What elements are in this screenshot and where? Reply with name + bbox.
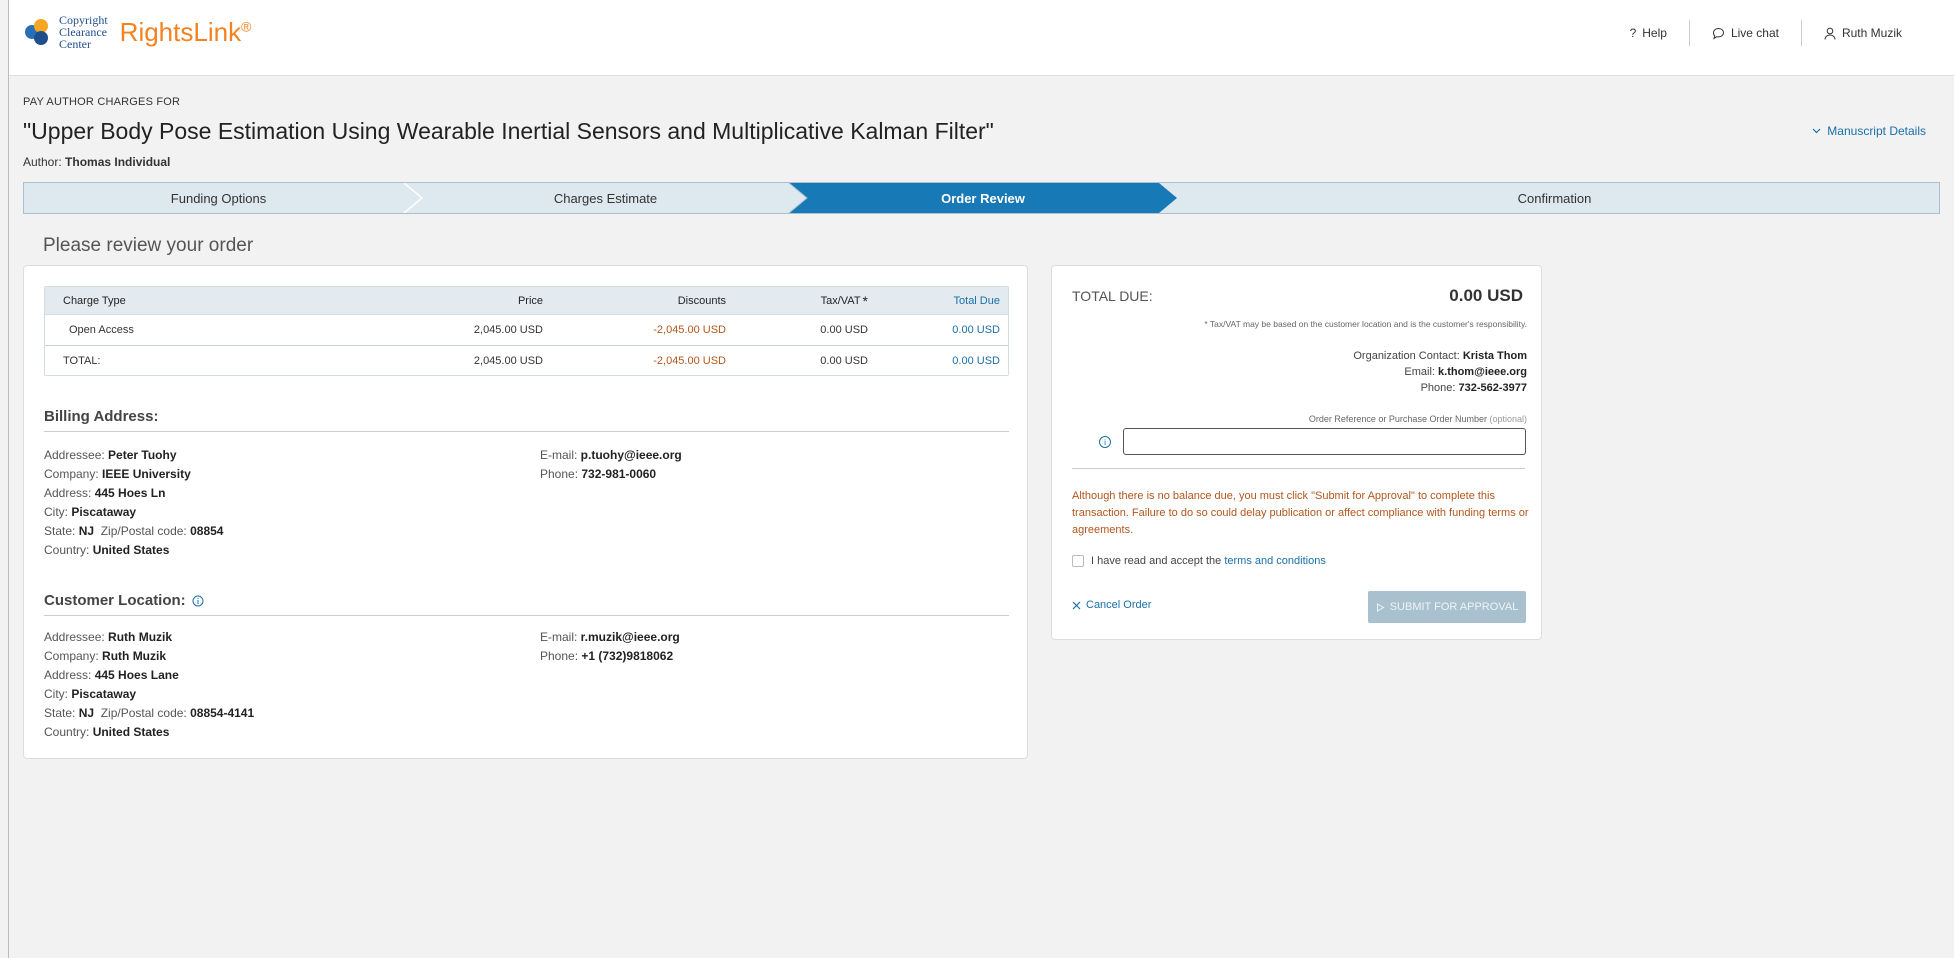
- step-charges-estimate: Charges Estimate: [553, 190, 658, 206]
- pay-author-charges-label: PAY AUTHOR CHARGES FOR: [23, 96, 181, 108]
- terms-link[interactable]: terms and conditions: [1224, 555, 1326, 567]
- customer-location-heading: Customer Location:: [44, 592, 1009, 616]
- ccc-logo-icon: [23, 17, 53, 47]
- billing-contact-block: E-mail: p.tuohy@ieee.org Phone: 732-981-…: [540, 448, 682, 481]
- ccc-logo-text: Copyright Clearance Center: [59, 13, 108, 51]
- author-line: Author: Thomas Individual: [23, 155, 171, 169]
- tax-note: * Tax/VAT may be based on the customer l…: [1204, 319, 1527, 329]
- customer-address-block: Addressee: Ruth Muzik Company: Ruth Muzi…: [44, 630, 255, 739]
- info-icon[interactable]: i: [1099, 436, 1111, 448]
- order-details-card: Charge Type Price Discounts Tax/VAT * Tot…: [23, 265, 1028, 759]
- tax-asterisk: *: [862, 292, 868, 309]
- organization-contact: Organization Contact: Krista Thom Email:…: [1353, 350, 1527, 394]
- billing-address-heading: Billing Address:: [44, 408, 1009, 432]
- customer-contact-block: E-mail: r.muzik@ieee.org Phone: +1 (732)…: [540, 630, 680, 663]
- manuscript-details-toggle[interactable]: Manuscript Details: [1812, 124, 1926, 138]
- top-header: Copyright Clearance Center RightsLink® ?…: [9, 0, 1954, 76]
- order-summary-card: TOTAL DUE: 0.00 USD * Tax/VAT may be bas…: [1051, 265, 1542, 640]
- user-menu[interactable]: Ruth Muzik: [1802, 20, 1924, 46]
- submit-for-approval-button[interactable]: SUBMIT FOR APPROVAL: [1368, 591, 1526, 623]
- brand-name: RightsLink®: [119, 16, 252, 47]
- po-number-input[interactable]: [1123, 428, 1526, 455]
- manuscript-title: "Upper Body Pose Estimation Using Wearab…: [23, 118, 994, 144]
- step-funding-options: Funding Options: [170, 190, 267, 206]
- total-due-value: 0.00 USD: [1449, 286, 1523, 305]
- chat-icon: [1712, 27, 1724, 40]
- help-link[interactable]: ? Help: [1608, 20, 1689, 46]
- po-number-label: Order Reference or Purchase Order Number…: [1308, 414, 1527, 424]
- charges-table-header: Charge Type Price Discounts Tax/VAT * Tot…: [45, 287, 1008, 315]
- progress-steps: Funding Options Charges Estimate Order R…: [23, 182, 1940, 214]
- info-icon[interactable]: [192, 595, 204, 607]
- user-icon: [1824, 27, 1836, 40]
- step-order-review: Order Review: [941, 190, 1025, 206]
- submit-warning: Although there is no balance due, you mu…: [1072, 490, 1529, 536]
- table-row: Open Access 2,045.00 USD -2,045.00 USD 0…: [45, 315, 1008, 346]
- cancel-order-button[interactable]: Cancel Order: [1072, 599, 1151, 611]
- chevron-down-icon: [1812, 128, 1821, 134]
- review-heading: Please review your order: [43, 235, 254, 256]
- total-due-label: TOTAL DUE:: [1072, 288, 1153, 304]
- help-icon: ?: [1629, 26, 1637, 40]
- live-chat-link[interactable]: Live chat: [1690, 20, 1801, 46]
- step-confirmation: Confirmation: [1517, 190, 1592, 206]
- table-total-row: TOTAL: 2,045.00 USD -2,045.00 USD 0.00 U…: [63, 354, 1000, 367]
- billing-address-block: Addressee: Peter Tuohy Company: IEEE Uni…: [44, 448, 224, 557]
- terms-acceptance: I have read and accept the terms and con…: [1072, 555, 1326, 567]
- terms-checkbox[interactable]: [1072, 555, 1084, 567]
- page-frame: Copyright Clearance Center RightsLink® ?…: [8, 0, 1954, 958]
- play-icon: [1376, 602, 1385, 612]
- close-icon: [1072, 601, 1081, 609]
- rightslink-logo[interactable]: Copyright Clearance Center RightsLink®: [23, 14, 251, 50]
- charges-table: Charge Type Price Discounts Tax/VAT * Tot…: [44, 286, 1009, 376]
- divider: [1072, 468, 1525, 469]
- top-nav: ? Help Live chat Ruth Muzik: [1608, 20, 1924, 46]
